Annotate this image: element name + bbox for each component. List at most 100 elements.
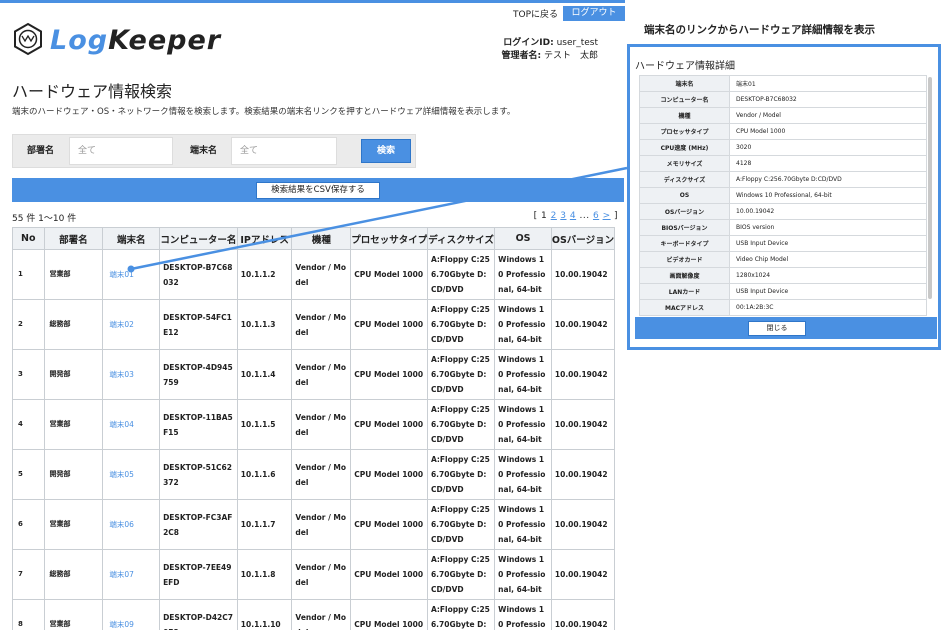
os-cell: Windows 10 Professional, 64-bit bbox=[494, 599, 552, 630]
pager-next[interactable]: > bbox=[603, 211, 611, 221]
detail-row: ビデオカード Video Chip Model bbox=[639, 251, 927, 268]
terminal-link[interactable]: 端末04 bbox=[102, 399, 161, 450]
dept-select[interactable]: 全て bbox=[69, 137, 173, 165]
row-number: 2 bbox=[12, 299, 45, 350]
disk-cell: A:Floppy C:256.70Gbyte D:CD/DVD bbox=[426, 499, 496, 550]
ip-cell: 10.1.1.8 bbox=[236, 549, 293, 600]
detail-row: コンピューター名 DESKTOP-B7C68032 bbox=[639, 91, 927, 108]
annotation-caption: 端末名のリンクからハードウェア詳細情報を表示 bbox=[644, 24, 875, 36]
detail-key: 端末名 bbox=[639, 75, 730, 92]
terminal-link[interactable]: 端末03 bbox=[102, 349, 161, 400]
terminal-link[interactable]: 端末05 bbox=[102, 449, 161, 500]
model-cell: Vendor / Model bbox=[291, 349, 352, 400]
column-header: 機種 bbox=[291, 227, 352, 250]
column-header: プロセッサタイプ bbox=[350, 227, 428, 250]
row-number: 4 bbox=[12, 399, 45, 450]
column-header: OSバージョン bbox=[550, 227, 616, 250]
table-row: 4 営業部 端末04 DESKTOP-11BA5F15 10.1.1.5 Vendor /… bbox=[12, 399, 616, 450]
ip-cell: 10.1.1.4 bbox=[236, 349, 293, 400]
column-header: 端末名 bbox=[102, 227, 161, 250]
ip-cell: 10.1.1.6 bbox=[236, 449, 293, 500]
admin-name: テスト 太郎 bbox=[543, 51, 598, 61]
page-title: ハードウェア情報検索 bbox=[12, 82, 173, 101]
computer-name-cell: DESKTOP-D42C70F8 bbox=[159, 599, 238, 630]
detail-table: 端末名 端末01 コンピューター名 DESKTOP-B7C68032 機種 Vendor … bbox=[639, 75, 927, 316]
row-number: 6 bbox=[12, 499, 45, 550]
ip-cell: 10.1.1.3 bbox=[236, 299, 293, 350]
logo[interactable]: LogKeeper bbox=[12, 22, 222, 58]
os-version-cell: 10.00.19042 bbox=[550, 499, 616, 550]
os-version-cell: 10.00.19042 bbox=[550, 399, 616, 450]
detail-row: CPU速度 (MHz) 3020 bbox=[639, 139, 927, 156]
os-version-cell: 10.00.19042 bbox=[550, 599, 616, 630]
results-table: No 部署名 端末名 コンピューター名 IPアドレス 機種 プロセッサタイプ ディスクサイズ O… bbox=[12, 227, 616, 630]
detail-key: ビデオカード bbox=[639, 251, 730, 268]
detail-key: ディスクサイズ bbox=[639, 171, 730, 188]
detail-value: USB Input Device bbox=[729, 283, 927, 300]
detail-row: メモリサイズ 4128 bbox=[639, 155, 927, 172]
model-cell: Vendor / Model bbox=[291, 549, 352, 600]
pager-page[interactable]: 3 bbox=[560, 211, 566, 221]
detail-row: 機種 Vendor / Model bbox=[639, 107, 927, 124]
table-row: 1 営業部 端末01 DESKTOP-B7C68032 10.1.1.2 Vendor /… bbox=[12, 249, 616, 300]
cpu-cell: CPU Model 1000 bbox=[350, 499, 428, 550]
dept-cell: 営業部 bbox=[43, 399, 104, 450]
table-row: 8営業部端末09DESKTOP-D42C70F810.1.1.10Vendor … bbox=[12, 599, 616, 630]
terminal-link[interactable]: 端末06 bbox=[102, 499, 161, 550]
pager-page[interactable]: 2 bbox=[551, 211, 557, 221]
pager-page[interactable]: 4 bbox=[570, 211, 576, 221]
detail-key: メモリサイズ bbox=[639, 155, 730, 172]
dept-cell: 開発部 bbox=[43, 349, 104, 400]
row-number: 7 bbox=[12, 549, 45, 600]
close-button[interactable]: 閉じる bbox=[748, 321, 806, 336]
terminal-link[interactable]: 端末07 bbox=[102, 549, 161, 600]
detail-scrollbar[interactable] bbox=[928, 77, 932, 299]
search-button[interactable]: 検索 bbox=[361, 139, 411, 163]
terminal-link[interactable]: 端末01 bbox=[102, 249, 161, 300]
detail-value: 1280x1024 bbox=[729, 267, 927, 284]
model-cell: Vendor / Model bbox=[291, 249, 352, 300]
top-link[interactable]: TOPに戻る bbox=[513, 7, 558, 20]
os-version-cell: 10.00.19042 bbox=[550, 249, 616, 300]
login-id-label: ログインID: bbox=[503, 38, 554, 48]
logout-button[interactable]: ログアウト bbox=[563, 6, 625, 21]
dept-cell: 総務部 bbox=[43, 549, 104, 600]
detail-row: OS Windows 10 Professional, 64-bit bbox=[639, 187, 927, 204]
dept-cell: 営業部 bbox=[43, 599, 104, 630]
computer-name-cell: DESKTOP-7EE49EFD bbox=[159, 549, 238, 600]
model-cell: Vendor / Model bbox=[291, 599, 352, 630]
model-cell: Vendor / Model bbox=[291, 399, 352, 450]
pager-last[interactable]: 6 bbox=[593, 211, 599, 221]
detail-value: DESKTOP-B7C68032 bbox=[729, 91, 927, 108]
disk-cell: A:Floppy C:256.70Gbyte D:CD/DVD bbox=[426, 399, 496, 450]
detail-value: BIOS version bbox=[729, 219, 927, 236]
detail-value: A:Floppy C:256.70Gbyte D:CD/DVD bbox=[729, 171, 927, 188]
csv-save-button[interactable]: 検索結果をCSV保存する bbox=[256, 182, 380, 199]
detail-key: 画面解像度 bbox=[639, 267, 730, 284]
table-row: 3 開発部 端末03 DESKTOP-4D945759 10.1.1.4 Vendor /… bbox=[12, 349, 616, 400]
cpu-cell: CPU Model 1000 bbox=[350, 399, 428, 450]
disk-cell: A:Floppy C:256.70Gbyte D:CD/DVD bbox=[426, 349, 496, 400]
csv-bar: 検索結果をCSV保存する bbox=[12, 178, 624, 202]
login-id: user_test bbox=[556, 38, 598, 48]
hardware-detail-panel: ハードウェア情報詳細 端末名 端末01 コンピューター名 DESKTOP-B7C680… bbox=[627, 44, 941, 350]
top-bar: TOPに戻る ログアウト bbox=[0, 0, 625, 21]
pager-open: [ bbox=[533, 211, 538, 221]
computer-name-cell: DESKTOP-4D945759 bbox=[159, 349, 238, 400]
computer-name-cell: DESKTOP-54FC1E12 bbox=[159, 299, 238, 350]
detail-row: LANカード USB Input Device bbox=[639, 283, 927, 300]
terminal-input[interactable]: 全て bbox=[231, 137, 337, 165]
column-header: No bbox=[12, 227, 45, 250]
table-row: 6 営業部 端末06 DESKTOP-FC3AF2C8 10.1.1.7 Vendor /… bbox=[12, 499, 616, 550]
terminal-link[interactable]: 端末02 bbox=[102, 299, 161, 350]
detail-key: LANカード bbox=[639, 283, 730, 300]
computer-name-cell: DESKTOP-FC3AF2C8 bbox=[159, 499, 238, 550]
logo-hexagon-icon bbox=[14, 22, 42, 56]
detail-value: 10.00.19042 bbox=[729, 203, 927, 220]
dept-cell: 営業部 bbox=[43, 499, 104, 550]
dept-cell: 総務部 bbox=[43, 299, 104, 350]
dept-cell: 営業部 bbox=[43, 249, 104, 300]
terminal-link[interactable]: 端末09 bbox=[102, 599, 161, 630]
computer-name-cell: DESKTOP-B7C68032 bbox=[159, 249, 238, 300]
cpu-cell: CPU Model 1000 bbox=[350, 599, 428, 630]
